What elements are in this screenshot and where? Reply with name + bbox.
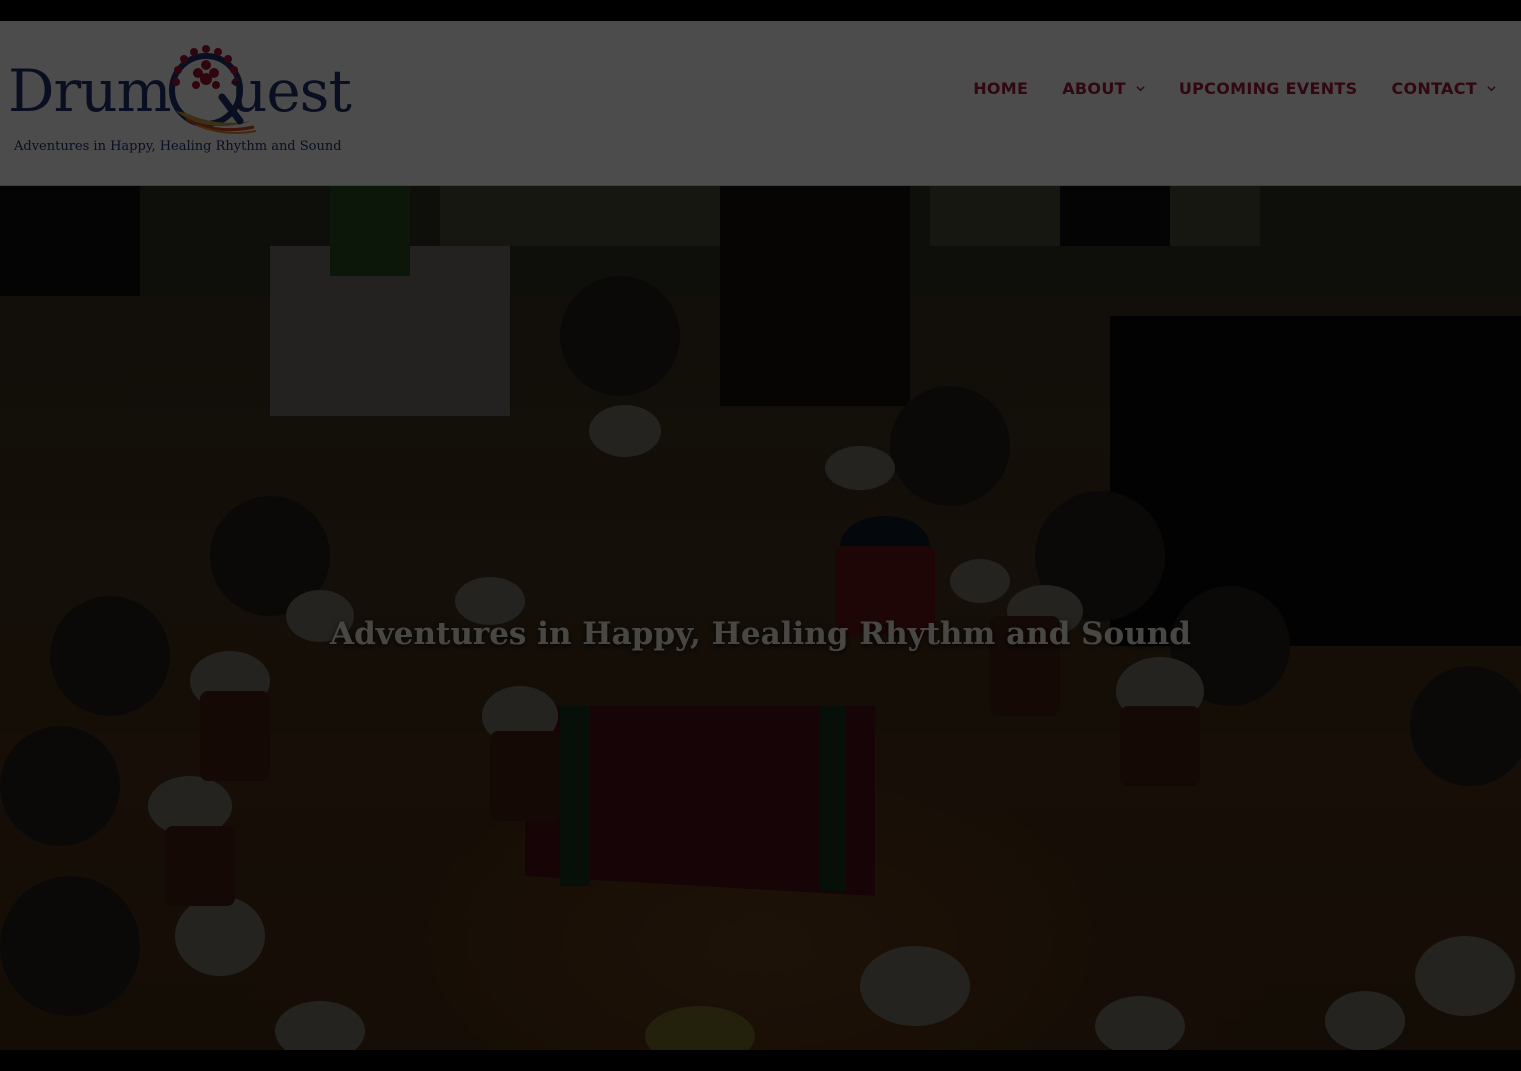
logo-tagline: Adventures in Happy, Healing Rhythm and … (14, 139, 342, 154)
site-header: Drum uest Adventures in Happy, Healing R… (0, 21, 1521, 186)
hero-title: Adventures in Happy, Healing Rhythm and … (330, 616, 1191, 652)
nav-item-about[interactable]: ABOUT (1062, 79, 1145, 98)
nav-item-label: UPCOMING EVENTS (1178, 79, 1358, 98)
top-bar (0, 0, 1521, 21)
site-logo[interactable]: Drum uest Adventures in Happy, Healing R… (8, 35, 352, 165)
main-navigation: HOME ABOUT UPCOMING EVENTS CONTACT (973, 79, 1496, 98)
logo-text-uest: uest (230, 57, 352, 125)
hero-banner: Adventures in Happy, Healing Rhythm and … (0, 186, 1521, 1050)
nav-item-label: HOME (973, 79, 1029, 98)
nav-item-label: CONTACT (1391, 79, 1477, 98)
chevron-down-icon[interactable] (1487, 84, 1496, 93)
chevron-down-icon[interactable] (1136, 84, 1145, 93)
nav-item-contact[interactable]: CONTACT (1391, 79, 1496, 98)
nav-item-home[interactable]: HOME (973, 79, 1028, 98)
nav-item-upcoming-events[interactable]: UPCOMING EVENTS (1179, 79, 1358, 98)
bottom-bar (0, 1050, 1521, 1071)
logo-text-drum: Drum (8, 57, 172, 125)
nav-item-label: ABOUT (1062, 79, 1126, 98)
